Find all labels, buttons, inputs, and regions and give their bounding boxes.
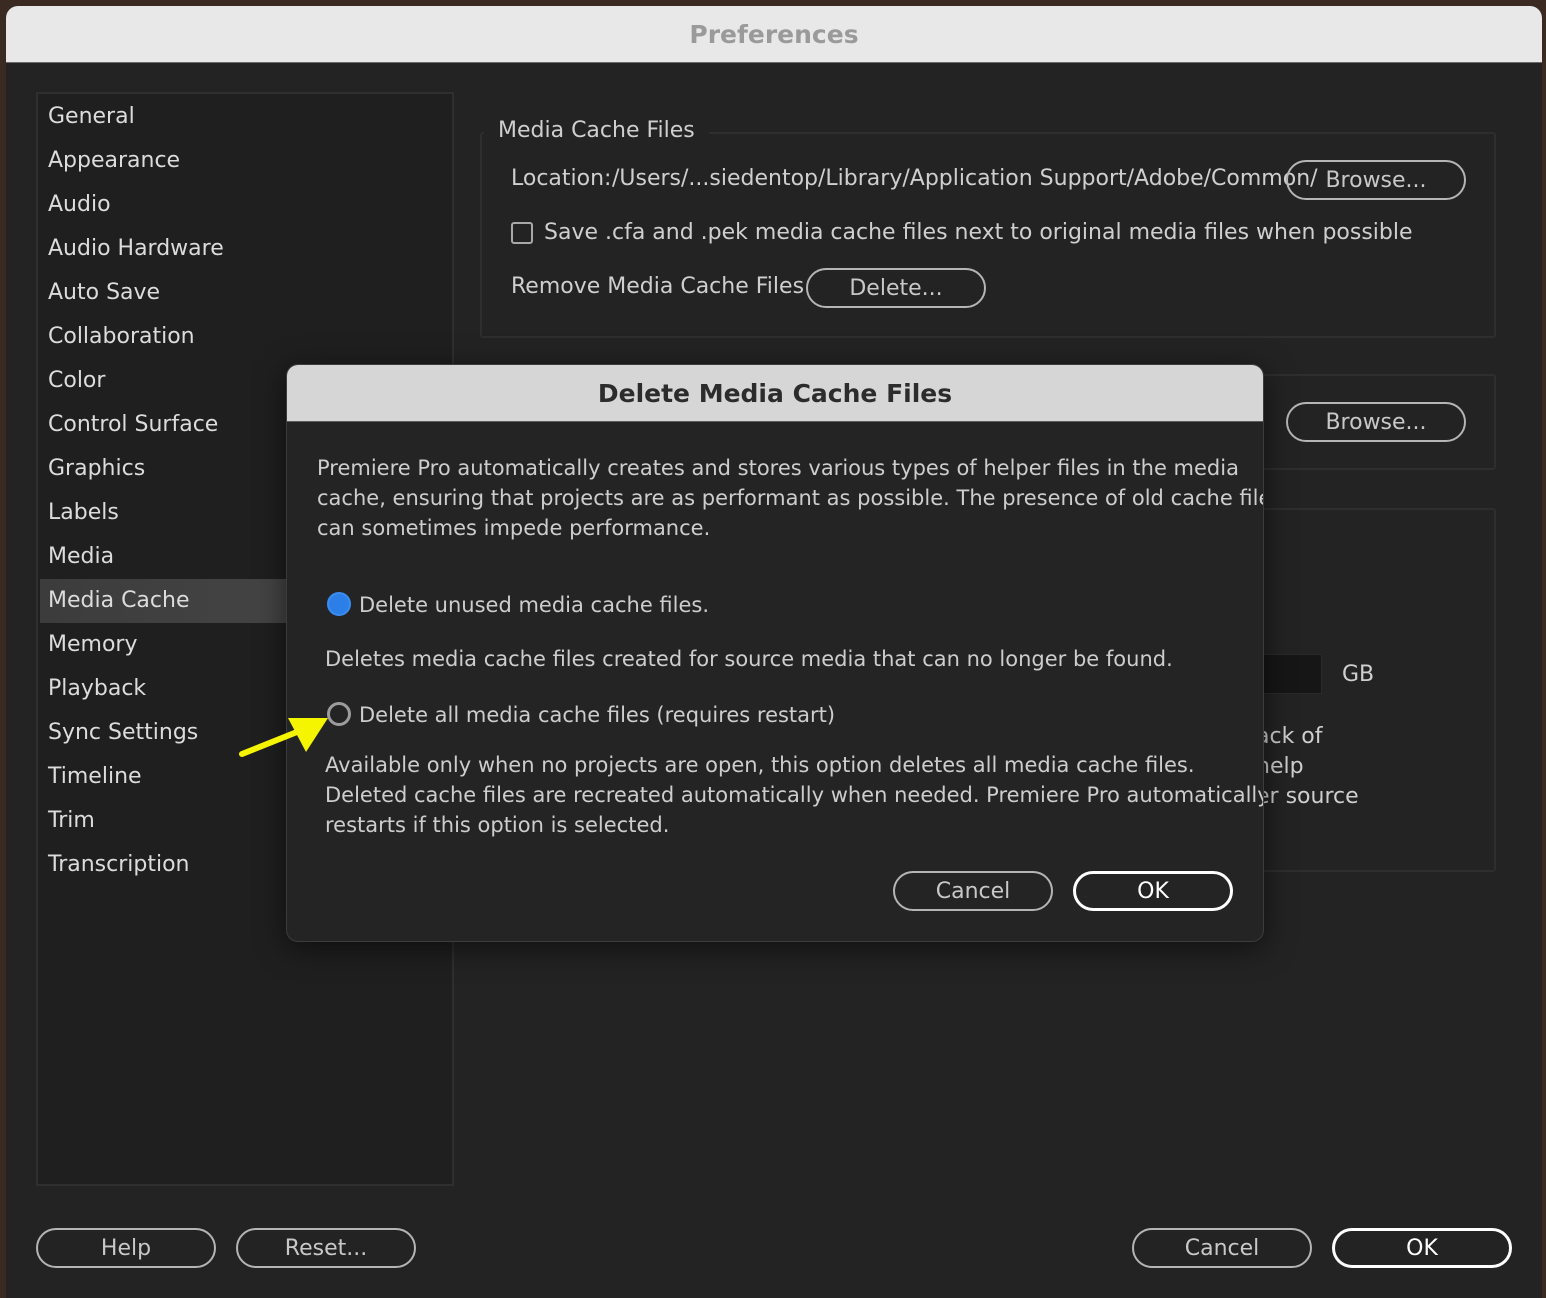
gb-unit-label: GB: [1342, 662, 1375, 687]
dialog-intro-line: can sometimes impede performance.: [317, 516, 711, 540]
dialog-title-bar: Delete Media Cache Files: [287, 365, 1263, 422]
dialog-intro-line: Premiere Pro automatically creates and s…: [317, 456, 1239, 480]
title-bar: Preferences: [6, 6, 1542, 63]
cancel-button[interactable]: Cancel: [1132, 1228, 1312, 1268]
delete-all-description-line: Available only when no projects are open…: [325, 753, 1195, 777]
partial-text-line: ack of: [1256, 724, 1323, 749]
delete-all-label[interactable]: Delete all media cache files (requires r…: [359, 700, 835, 730]
sidebar-item-collaboration[interactable]: Collaboration: [40, 315, 480, 359]
delete-cache-button[interactable]: Delete...: [806, 268, 986, 308]
annotation-arrow-icon: [239, 718, 328, 757]
save-next-to-media-label: Save .cfa and .pek media cache files nex…: [544, 220, 1413, 245]
remove-media-cache-label: Remove Media Cache Files: [511, 274, 805, 299]
delete-media-cache-dialog: Delete Media Cache Files Premiere Pro au…: [286, 364, 1264, 942]
sidebar-item-appearance[interactable]: Appearance: [40, 139, 480, 183]
ok-button[interactable]: OK: [1332, 1228, 1512, 1268]
cache-size-input[interactable]: [1256, 654, 1322, 694]
location-label: Location:: [511, 166, 612, 191]
sidebar-item-audio-hardware[interactable]: Audio Hardware: [40, 227, 480, 271]
location-path: /Users/...siedentop/Library/Application …: [612, 166, 1318, 191]
sidebar-item-general[interactable]: General: [40, 95, 480, 139]
delete-all-description-line: Deleted cache files are recreated automa…: [325, 783, 1264, 807]
delete-all-description-line: restarts if this option is selected.: [325, 813, 670, 837]
help-button[interactable]: Help: [36, 1228, 216, 1268]
reset-button[interactable]: Reset...: [236, 1228, 416, 1268]
dialog-ok-button[interactable]: OK: [1073, 871, 1233, 911]
dialog-intro-line: cache, ensuring that projects are as per…: [317, 486, 1264, 510]
sidebar-item-auto-save[interactable]: Auto Save: [40, 271, 480, 315]
dialog-cancel-button[interactable]: Cancel: [893, 871, 1053, 911]
media-cache-files-legend: Media Cache Files: [484, 118, 709, 143]
delete-unused-description: Deletes media cache files created for so…: [325, 647, 1173, 671]
browse-button[interactable]: Browse...: [1286, 160, 1466, 200]
window-title: Preferences: [689, 19, 859, 49]
browse-database-button[interactable]: Browse...: [1286, 402, 1466, 442]
delete-unused-radio[interactable]: [327, 592, 351, 616]
save-next-to-media-checkbox[interactable]: [511, 222, 533, 244]
delete-unused-label[interactable]: Delete unused media cache files.: [359, 590, 709, 620]
partial-text-line: er source: [1256, 784, 1359, 809]
sidebar-item-audio[interactable]: Audio: [40, 183, 480, 227]
dialog-title: Delete Media Cache Files: [597, 378, 953, 408]
